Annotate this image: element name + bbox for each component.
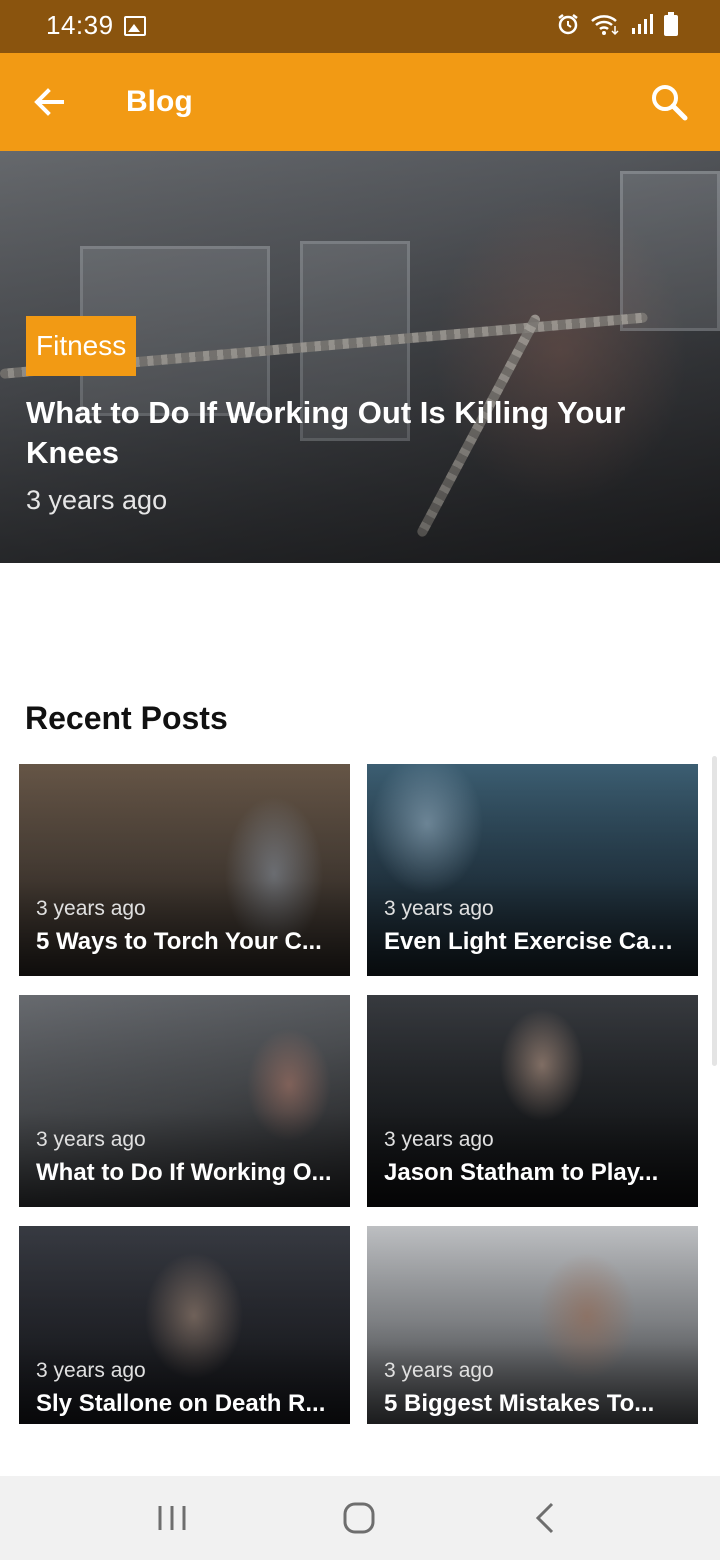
scrollbar[interactable] [712,756,717,1066]
featured-post-title: What to Do If Working Out Is Killing You… [26,395,626,470]
post-card[interactable]: 3 years ago 5 Ways to Torch Your C... [19,764,350,976]
post-time: 3 years ago [36,1359,146,1382]
app-bar: Blog [0,53,720,151]
post-title: 5 Biggest Mistakes To... [384,1390,655,1417]
home-icon [343,1502,375,1534]
recent-apps-icon [158,1506,186,1530]
home-button[interactable] [339,1498,379,1538]
post-title: Even Light Exercise Can... [384,928,684,955]
back-nav-button[interactable] [526,1498,566,1538]
category-badge[interactable]: Fitness [26,316,137,376]
post-card[interactable]: 3 years ago 5 Biggest Mistakes To... [367,1226,698,1424]
post-title: 5 Ways to Torch Your C... [36,928,322,955]
post-card[interactable]: 3 years ago Sly Stallone on Death R... [19,1226,350,1424]
alarm-icon [558,14,578,35]
recent-apps-button[interactable] [152,1498,192,1538]
status-icons [556,12,678,36]
back-button[interactable] [28,81,70,123]
back-icon [535,1502,554,1534]
post-card[interactable]: 3 years ago Jason Statham to Play... [367,995,698,1207]
featured-post-time: 3 years ago [26,485,168,515]
post-time: 3 years ago [384,1128,494,1151]
page-title: Blog [126,85,193,118]
post-title: Sly Stallone on Death R... [36,1390,326,1417]
featured-post[interactable]: Fitness What to Do If Working Out Is Kil… [0,151,720,563]
wifi-icon [591,15,619,36]
system-nav-bar [0,1476,720,1560]
recent-posts-heading: Recent Posts [25,700,228,736]
post-time: 3 years ago [384,1359,494,1382]
status-bar: 14:39 [0,0,720,53]
post-card[interactable]: 3 years ago Even Light Exercise Can... [367,764,698,976]
arrow-back-icon [34,88,64,116]
post-time: 3 years ago [384,897,494,920]
recent-posts-grid: 3 years ago 5 Ways to Torch Your C... 3 … [19,764,699,1424]
post-title: What to Do If Working O... [36,1159,332,1186]
post-title: Jason Statham to Play... [384,1159,659,1186]
post-time: 3 years ago [36,1128,146,1151]
post-time: 3 years ago [36,897,146,920]
status-time: 14:39 [46,10,114,40]
search-button[interactable] [648,81,690,123]
gallery-notification-icon [124,16,146,36]
battery-icon [664,12,678,36]
signal-icon [632,14,653,34]
search-icon [652,85,688,121]
post-card[interactable]: 3 years ago What to Do If Working O... [19,995,350,1207]
